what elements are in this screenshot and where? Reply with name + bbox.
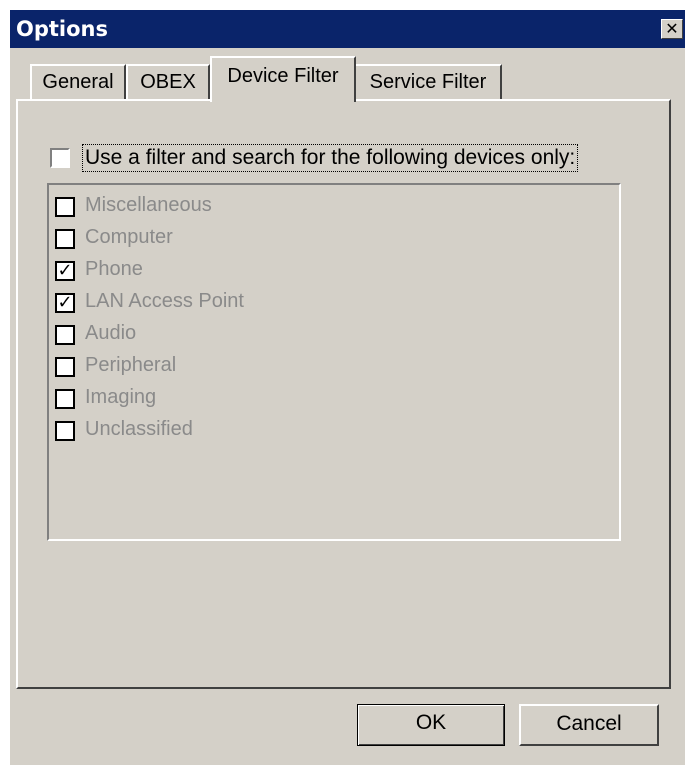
window-title: Options — [16, 17, 108, 41]
device-label: Miscellaneous — [85, 194, 212, 216]
device-checkbox[interactable] — [55, 229, 75, 249]
tab-general[interactable]: General — [30, 64, 126, 100]
device-label: Imaging — [85, 386, 157, 408]
tab-obex[interactable]: OBEX — [126, 64, 210, 100]
device-label: Phone — [85, 258, 143, 280]
close-button[interactable]: ✕ — [661, 19, 683, 39]
close-icon: ✕ — [665, 19, 679, 38]
device-checkbox[interactable]: ✓ — [55, 261, 75, 281]
device-checkbox[interactable] — [55, 325, 75, 345]
device-class-list: Miscellaneous Computer ✓ Phone ✓ LAN Acc… — [47, 183, 621, 541]
device-checkbox[interactable]: ✓ — [55, 293, 75, 313]
tab-label: General — [42, 71, 114, 93]
tab-label: Service Filter — [369, 71, 487, 93]
title-bar[interactable]: Options ✕ — [10, 10, 685, 48]
device-checkbox[interactable] — [55, 389, 75, 409]
device-label: Audio — [85, 322, 137, 344]
device-label: Unclassified — [85, 418, 193, 440]
device-checkbox[interactable] — [55, 357, 75, 377]
check-icon: ✓ — [57, 292, 73, 313]
device-checkbox[interactable] — [55, 197, 75, 217]
cancel-label: Cancel — [556, 712, 622, 735]
device-label: LAN Access Point — [85, 290, 244, 312]
cancel-button[interactable]: Cancel — [519, 704, 659, 746]
check-icon: ✓ — [57, 260, 73, 281]
device-label: Peripheral — [85, 354, 177, 376]
ok-button[interactable]: OK — [357, 704, 505, 746]
device-checkbox[interactable] — [55, 421, 75, 441]
use-filter-label[interactable]: Use a filter and search for the followin… — [82, 144, 579, 172]
use-filter-checkbox[interactable] — [50, 148, 70, 168]
tab-label: Device Filter — [227, 65, 339, 87]
tab-service-filter[interactable]: Service Filter — [354, 64, 502, 100]
tab-device-filter[interactable]: Device Filter — [210, 56, 356, 102]
tab-label: OBEX — [140, 71, 196, 93]
device-label: Computer — [85, 226, 173, 248]
ok-label: OK — [415, 711, 447, 734]
